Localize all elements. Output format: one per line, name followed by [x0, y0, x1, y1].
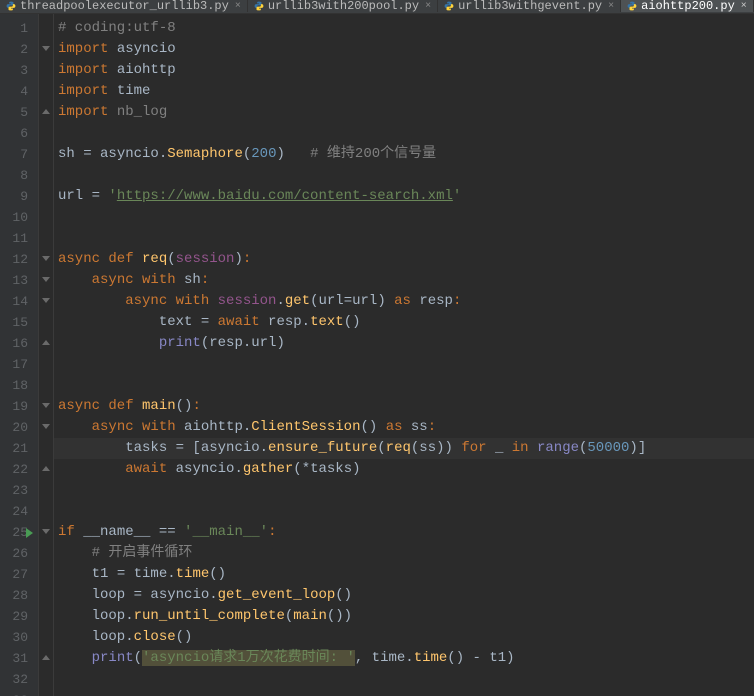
line-number-gutter: 1234567891011121314151617181920212223242… — [0, 14, 38, 696]
fold-marker[interactable] — [42, 277, 50, 285]
line-number: 18 — [0, 375, 38, 396]
line-number: 9 — [0, 186, 38, 207]
code-line[interactable]: loop.close() — [54, 627, 754, 648]
fold-gutter — [38, 14, 54, 696]
python-file-icon — [627, 1, 637, 11]
tab-threadpoolexecutor-urllib3-py[interactable]: threadpoolexecutor_urllib3.py × — [0, 0, 248, 12]
line-number: 22 — [0, 459, 38, 480]
close-icon[interactable]: × — [608, 1, 614, 12]
code-line[interactable] — [54, 207, 754, 228]
fold-marker[interactable] — [42, 466, 50, 474]
code-line[interactable] — [54, 354, 754, 375]
line-number: 11 — [0, 228, 38, 249]
code-line[interactable]: print('asyncio请求1万次花费时间: ', time.time() … — [54, 648, 754, 669]
line-number: 2 — [0, 39, 38, 60]
code-line[interactable]: import nb_log — [54, 102, 754, 123]
line-number: 26 — [0, 543, 38, 564]
tab-urllib3with200pool-py[interactable]: urllib3with200pool.py × — [248, 0, 438, 12]
line-number: 33 — [0, 690, 38, 696]
tab-label: threadpoolexecutor_urllib3.py — [20, 0, 229, 13]
line-number: 24 — [0, 501, 38, 522]
code-editor[interactable]: 1234567891011121314151617181920212223242… — [0, 14, 754, 696]
line-number: 31 — [0, 648, 38, 669]
line-number: 5 — [0, 102, 38, 123]
code-area[interactable]: # coding:utf-8import asyncioimport aioht… — [54, 14, 754, 696]
python-file-icon — [254, 1, 264, 11]
code-line[interactable] — [54, 669, 754, 690]
tab-label: urllib3with200pool.py — [268, 0, 419, 13]
code-line[interactable] — [54, 501, 754, 522]
fold-marker[interactable] — [42, 424, 50, 432]
line-number: 28 — [0, 585, 38, 606]
code-line[interactable]: import aiohttp — [54, 60, 754, 81]
code-line[interactable]: import asyncio — [54, 39, 754, 60]
line-number: 29 — [0, 606, 38, 627]
line-number: 8 — [0, 165, 38, 186]
close-icon[interactable]: × — [741, 1, 747, 12]
line-number: 21 — [0, 438, 38, 459]
code-line[interactable]: if __name__ == '__main__': — [54, 522, 754, 543]
tab-aiohttp200-py[interactable]: aiohttp200.py × — [621, 0, 754, 12]
fold-marker[interactable] — [42, 298, 50, 306]
line-number: 12 — [0, 249, 38, 270]
fold-marker[interactable] — [42, 340, 50, 348]
line-number: 20 — [0, 417, 38, 438]
code-line[interactable]: tasks = [asyncio.ensure_future(req(ss)) … — [54, 438, 754, 459]
line-number: 23 — [0, 480, 38, 501]
tab-label: urllib3withgevent.py — [458, 0, 602, 13]
run-gutter-icon[interactable] — [26, 528, 33, 538]
code-line[interactable] — [54, 480, 754, 501]
line-number: 30 — [0, 627, 38, 648]
python-file-icon — [6, 1, 16, 11]
code-line[interactable] — [54, 228, 754, 249]
code-line[interactable]: sh = asyncio.Semaphore(200) # 维持200个信号量 — [54, 144, 754, 165]
fold-marker[interactable] — [42, 529, 50, 537]
code-line[interactable]: import time — [54, 81, 754, 102]
code-line[interactable] — [54, 375, 754, 396]
code-line[interactable]: async with aiohttp.ClientSession() as ss… — [54, 417, 754, 438]
code-line[interactable]: url = 'https://www.baidu.com/content-sea… — [54, 186, 754, 207]
line-number: 4 — [0, 81, 38, 102]
line-number: 6 — [0, 123, 38, 144]
line-number: 15 — [0, 312, 38, 333]
line-number: 19 — [0, 396, 38, 417]
code-line[interactable]: await asyncio.gather(*tasks) — [54, 459, 754, 480]
line-number: 16 — [0, 333, 38, 354]
fold-marker[interactable] — [42, 46, 50, 54]
code-line[interactable]: t1 = time.time() — [54, 564, 754, 585]
code-line[interactable]: async with sh: — [54, 270, 754, 291]
code-line[interactable]: async with session.get(url=url) as resp: — [54, 291, 754, 312]
editor-tabbar: threadpoolexecutor_urllib3.py×urllib3wit… — [0, 0, 754, 14]
line-number: 7 — [0, 144, 38, 165]
tab-urllib3withgevent-py[interactable]: urllib3withgevent.py × — [438, 0, 621, 12]
line-number: 13 — [0, 270, 38, 291]
fold-marker[interactable] — [42, 655, 50, 663]
code-line[interactable]: loop = asyncio.get_event_loop() — [54, 585, 754, 606]
code-line[interactable]: async def main(): — [54, 396, 754, 417]
close-icon[interactable]: × — [425, 1, 431, 12]
line-number: 17 — [0, 354, 38, 375]
code-line[interactable]: print(resp.url) — [54, 333, 754, 354]
code-line[interactable]: async def req(session): — [54, 249, 754, 270]
line-number: 27 — [0, 564, 38, 585]
fold-marker[interactable] — [42, 256, 50, 264]
close-icon[interactable]: × — [235, 1, 241, 12]
code-line[interactable] — [54, 690, 754, 696]
line-number: 32 — [0, 669, 38, 690]
tab-label: aiohttp200.py — [641, 0, 735, 13]
line-number: 3 — [0, 60, 38, 81]
line-number: 10 — [0, 207, 38, 228]
python-file-icon — [444, 1, 454, 11]
code-line[interactable]: # 开启事件循环 — [54, 543, 754, 564]
line-number: 1 — [0, 18, 38, 39]
code-line[interactable]: text = await resp.text() — [54, 312, 754, 333]
code-line[interactable] — [54, 123, 754, 144]
code-line[interactable] — [54, 165, 754, 186]
line-number: 14 — [0, 291, 38, 312]
code-line[interactable]: # coding:utf-8 — [54, 18, 754, 39]
code-line[interactable]: loop.run_until_complete(main()) — [54, 606, 754, 627]
fold-marker[interactable] — [42, 109, 50, 117]
fold-marker[interactable] — [42, 403, 50, 411]
